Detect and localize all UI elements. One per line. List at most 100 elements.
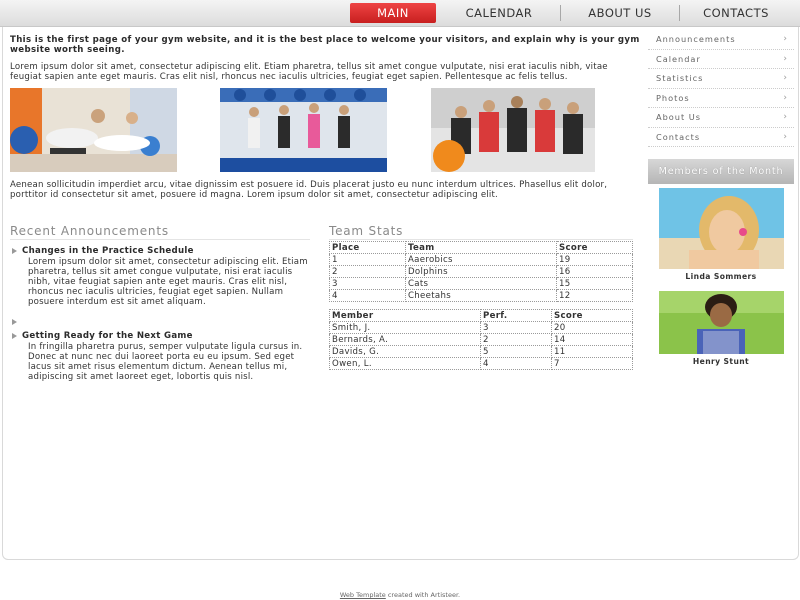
table-cell: Davids, G.: [329, 345, 481, 358]
chevron-right-icon: ›: [783, 92, 788, 103]
nav-about-us[interactable]: ABOUT US: [561, 3, 679, 23]
body-paragraph: Aenean sollicitudin imperdiet arcu, vita…: [10, 180, 608, 200]
sidebar: Announcements › Calendar › Statistics › Pho…: [648, 30, 794, 366]
team-stats-section: Team Stats Place Team Score 1 Aaerobics 19…: [329, 224, 633, 370]
sidebar-item-label: About Us: [656, 112, 702, 123]
table-cell: 1: [329, 253, 406, 266]
footer-link[interactable]: Web Template: [340, 591, 386, 599]
main-nav: MAIN CALENDAR ABOUT US CONTACTS: [350, 3, 792, 23]
table-cell: 11: [551, 345, 633, 358]
table-row: Davids, G. 5 11: [329, 345, 633, 358]
announcement-body: Lorem ipsum dolor sit amet, consectetur …: [28, 257, 308, 307]
nav-calendar[interactable]: CALENDAR: [438, 3, 560, 23]
team-stats-title: Team Stats: [329, 224, 633, 240]
table-row: Owen, L. 4 7: [329, 357, 633, 370]
nav-main[interactable]: MAIN: [350, 3, 436, 23]
sidebar-item-contacts[interactable]: Contacts ›: [648, 128, 794, 147]
sidebar-item-announcements[interactable]: Announcements ›: [648, 30, 794, 50]
sidebar-item-label: Statistics: [656, 73, 704, 84]
table-cell: Aaerobics: [405, 253, 557, 266]
announcement-item: Getting Ready for the Next Game In fring…: [10, 331, 310, 382]
table-cell: 5: [480, 345, 552, 358]
member-card: Henry Stunt: [648, 291, 794, 366]
top-bar: MAIN CALENDAR ABOUT US CONTACTS: [0, 0, 800, 27]
table-cell: Owen, L.: [329, 357, 481, 370]
table-cell: Cats: [405, 277, 557, 290]
intro-heading: This is the first page of your gym websi…: [10, 35, 640, 55]
table-cell: 12: [556, 289, 633, 302]
member-card: Linda Sommers: [648, 188, 794, 281]
announcements-title: Recent Announcements: [10, 224, 310, 240]
table-row: Bernards, A. 2 14: [329, 333, 633, 346]
announcement-title[interactable]: Changes in the Practice Schedule: [22, 246, 194, 256]
column-header: Score: [556, 241, 633, 254]
table-cell: 7: [551, 357, 633, 370]
members-of-month-header: Members of the Month: [648, 159, 794, 184]
sidebar-item-photos[interactable]: Photos ›: [648, 89, 794, 108]
announcements-section: Recent Announcements Changes in the Prac…: [10, 224, 310, 382]
table-cell: Smith, J.: [329, 321, 481, 334]
main-content: This is the first page of your gym websi…: [10, 35, 640, 200]
announcement-title[interactable]: Getting Ready for the Next Game: [22, 331, 193, 341]
column-header: Place: [329, 241, 406, 254]
table-cell: 2: [480, 333, 552, 346]
team-standings-table: Place Team Score 1 Aaerobics 19 2 Dolphins 1…: [329, 241, 633, 302]
footer-text: created with Artisteer.: [385, 591, 461, 599]
announcement-item: Changes in the Practice Schedule Lorem i…: [10, 246, 310, 307]
member-name: Linda Sommers: [685, 272, 757, 281]
photo-stretching: [10, 88, 177, 172]
table-cell: 15: [556, 277, 633, 290]
table-cell: Dolphins: [405, 265, 557, 278]
table-cell: 3: [329, 277, 406, 290]
bullet-arrow-icon: [12, 248, 17, 254]
footer: Web Template created with Artisteer.: [0, 591, 800, 599]
page-container: This is the first page of your gym websi…: [2, 27, 799, 560]
photo-aerobics-class: [220, 88, 387, 172]
table-header-row: Place Team Score: [329, 241, 633, 254]
table-cell: 19: [556, 253, 633, 266]
table-row: 3 Cats 15: [329, 277, 633, 290]
table-header-row: Member Perf. Score: [329, 309, 633, 322]
table-cell: 2: [329, 265, 406, 278]
table-cell: Cheetahs: [405, 289, 557, 302]
member-photo-henry: [658, 291, 784, 354]
sidebar-item-label: Contacts: [656, 131, 701, 142]
chevron-right-icon: ›: [783, 34, 788, 45]
photo-gym-group: [431, 88, 595, 172]
table-cell: 4: [329, 289, 406, 302]
sidebar-item-label: Announcements: [656, 34, 736, 45]
member-name: Henry Stunt: [692, 357, 750, 366]
member-photo-linda: [658, 188, 784, 269]
empty-list-item: [10, 315, 310, 329]
table-row: Smith, J. 3 20: [329, 321, 633, 334]
table-cell: 4: [480, 357, 552, 370]
table-cell: 14: [551, 333, 633, 346]
chevron-right-icon: ›: [783, 131, 788, 142]
table-row: 2 Dolphins 16: [329, 265, 633, 278]
table-cell: 3: [480, 321, 552, 334]
table-row: 1 Aaerobics 19: [329, 253, 633, 266]
table-cell: 20: [551, 321, 633, 334]
intro-paragraph: Lorem ipsum dolor sit amet, consectetur …: [10, 62, 608, 82]
sidebar-item-about-us[interactable]: About Us ›: [648, 108, 794, 128]
column-header: Member: [329, 309, 481, 322]
bullet-arrow-icon: [12, 319, 17, 325]
sidebar-item-label: Calendar: [656, 53, 701, 64]
bullet-arrow-icon: [12, 333, 17, 339]
sidebar-item-label: Photos: [656, 92, 690, 103]
announcement-body: In fringilla pharetra purus, semper vulp…: [28, 342, 303, 382]
member-stats-table: Member Perf. Score Smith, J. 3 20 Bernards…: [329, 309, 633, 370]
chevron-right-icon: ›: [783, 73, 788, 84]
chevron-right-icon: ›: [783, 112, 788, 123]
sidebar-item-statistics[interactable]: Statistics ›: [648, 69, 794, 89]
table-cell: 16: [556, 265, 633, 278]
table-row: 4 Cheetahs 12: [329, 289, 633, 302]
sidebar-item-calendar[interactable]: Calendar ›: [648, 50, 794, 69]
nav-contacts[interactable]: CONTACTS: [680, 3, 792, 23]
column-header: Team: [405, 241, 557, 254]
table-cell: Bernards, A.: [329, 333, 481, 346]
column-header: Perf.: [480, 309, 552, 322]
photo-row: [10, 88, 640, 174]
column-header: Score: [551, 309, 633, 322]
chevron-right-icon: ›: [783, 53, 788, 64]
